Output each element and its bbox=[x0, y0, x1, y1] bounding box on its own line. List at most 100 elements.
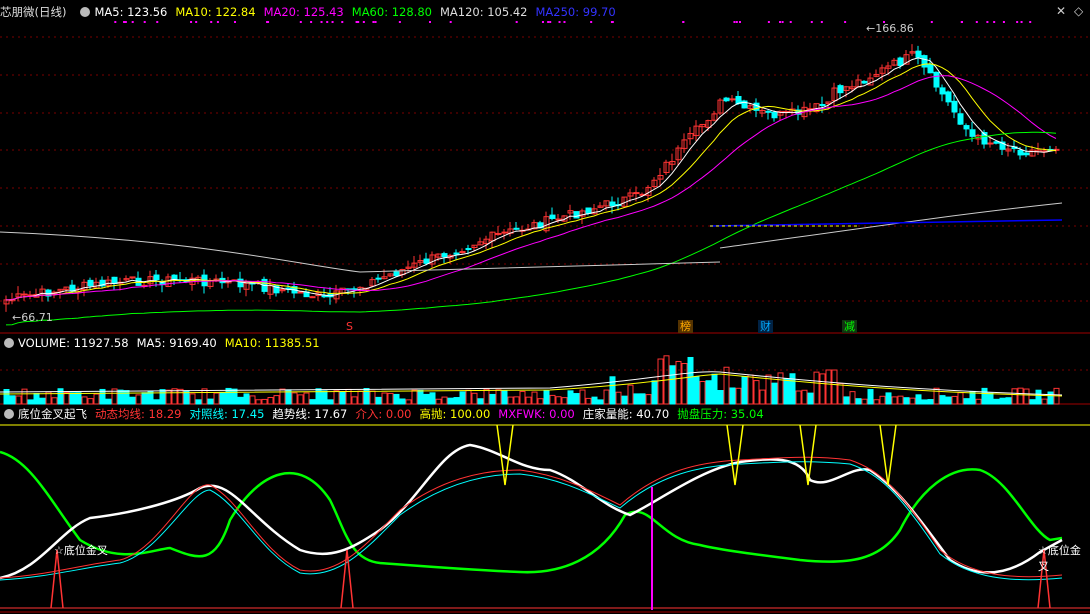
low-price-value: 66.71 bbox=[21, 311, 53, 324]
volume-bar bbox=[477, 398, 484, 405]
settings-icon[interactable] bbox=[80, 7, 91, 17]
signal-dot bbox=[558, 21, 561, 23]
signal-jian[interactable]: 减 bbox=[842, 320, 857, 333]
candle-body bbox=[237, 278, 244, 288]
candle-body bbox=[423, 258, 430, 264]
signal-dot bbox=[428, 21, 431, 23]
toggle-icon[interactable]: ◇ bbox=[1074, 4, 1083, 18]
signal-dot bbox=[844, 21, 847, 23]
volume-bar bbox=[963, 398, 970, 405]
high-sell-signal bbox=[879, 424, 897, 486]
volume-bar bbox=[249, 395, 256, 405]
high-price-value: 166.86 bbox=[875, 22, 914, 35]
volume-bar bbox=[153, 399, 160, 405]
volume-bar bbox=[567, 390, 574, 405]
volume-bar bbox=[909, 397, 916, 405]
signal-dot bbox=[960, 21, 963, 23]
volume-bar bbox=[915, 394, 922, 405]
ma10-legend: MA10: 122.84 bbox=[175, 5, 256, 19]
volume-bar bbox=[903, 397, 910, 405]
volume-bar bbox=[783, 378, 790, 405]
candle-body bbox=[765, 110, 772, 113]
volume-bar bbox=[483, 388, 490, 405]
volume-bar bbox=[699, 381, 706, 405]
candle-body bbox=[495, 232, 502, 235]
stock-title[interactable]: 芯朋微(日线) bbox=[0, 5, 66, 19]
candle-body bbox=[153, 274, 160, 281]
signal-dot bbox=[738, 21, 741, 23]
indicator-legend: 动态均线: 18.29 对照线: 17.45 趋势线: 17.67 介入: 0.00 高… bbox=[95, 407, 772, 421]
signal-dot bbox=[195, 21, 198, 23]
low-price-label: ←66.71 bbox=[12, 311, 53, 324]
volume-bar bbox=[207, 398, 214, 405]
signal-dot bbox=[789, 21, 792, 23]
ma120-line-a bbox=[0, 231, 721, 273]
signal-dot bbox=[123, 21, 126, 23]
ma60-legend: MA60: 128.80 bbox=[351, 5, 432, 19]
volume-bar bbox=[231, 388, 238, 405]
indicator-settings-icon[interactable] bbox=[4, 409, 14, 419]
volume-bar bbox=[405, 399, 412, 405]
volume-bar bbox=[765, 374, 772, 405]
indicator-item-1: 对照线: 17.45 bbox=[189, 407, 265, 421]
volume-bar bbox=[33, 392, 40, 405]
close-icon[interactable]: ✕ bbox=[1056, 4, 1066, 18]
indicator-name[interactable]: 底位金叉起飞 bbox=[18, 407, 87, 421]
candle-body bbox=[957, 113, 964, 125]
volume-bar bbox=[501, 390, 508, 405]
volume-bar bbox=[51, 397, 58, 405]
signal-bang[interactable]: 榜 bbox=[678, 320, 693, 333]
signal-dot bbox=[930, 21, 933, 23]
volume-bar bbox=[381, 392, 388, 405]
volume-bar bbox=[417, 389, 424, 405]
volume-bar bbox=[759, 389, 766, 405]
signal-dot bbox=[682, 21, 685, 23]
indicator-lines bbox=[0, 424, 1063, 610]
volume-bar bbox=[705, 380, 712, 405]
candle-body bbox=[513, 227, 520, 230]
volume-bar bbox=[393, 393, 400, 405]
volume-bar bbox=[297, 394, 304, 405]
candle-body bbox=[1023, 152, 1030, 156]
signal-cai[interactable]: 财 bbox=[758, 320, 773, 333]
volume-bar bbox=[855, 398, 862, 405]
volume-bar bbox=[135, 394, 142, 405]
signal-dot bbox=[779, 21, 782, 23]
volume-ma5-legend: MA5: 9169.40 bbox=[136, 336, 217, 350]
volume-bar bbox=[801, 389, 808, 405]
stock-chart[interactable] bbox=[0, 0, 1090, 614]
volume-bar bbox=[1023, 388, 1030, 405]
signal-dot bbox=[1002, 21, 1005, 23]
candle-body bbox=[771, 111, 778, 119]
signal-dot bbox=[210, 21, 213, 23]
volume-bar bbox=[465, 389, 472, 405]
volume-bar bbox=[579, 389, 586, 405]
volume-bar bbox=[195, 399, 202, 405]
volume-bar bbox=[75, 392, 82, 405]
candle-body bbox=[501, 231, 508, 234]
volume-bar bbox=[399, 398, 406, 405]
volume-bar bbox=[495, 389, 502, 405]
volume-bar bbox=[9, 395, 16, 405]
candle-body bbox=[897, 57, 904, 67]
volume-bars[interactable] bbox=[0, 355, 1063, 405]
volume-bar bbox=[651, 380, 658, 405]
volume-bar bbox=[489, 393, 496, 405]
candle-body bbox=[465, 248, 472, 251]
signal-dot bbox=[362, 21, 365, 23]
volume-bar bbox=[849, 391, 856, 405]
volume-bar bbox=[1017, 387, 1024, 405]
volume-bar bbox=[387, 392, 394, 405]
signal-s[interactable]: S bbox=[344, 320, 355, 333]
ma5-legend: MA5: 123.56 bbox=[94, 5, 168, 19]
volume-bar bbox=[531, 391, 538, 405]
volume-bar bbox=[81, 396, 88, 405]
candlesticks[interactable] bbox=[3, 44, 1060, 312]
candle-body bbox=[939, 87, 946, 95]
volume-bar bbox=[327, 399, 334, 405]
indicator-item-6: 庄家量能: 40.70 bbox=[582, 407, 670, 421]
volume-bar bbox=[321, 390, 328, 405]
volume-settings-icon[interactable] bbox=[4, 338, 14, 348]
volume-bar bbox=[585, 397, 592, 405]
volume-bar bbox=[267, 397, 274, 405]
